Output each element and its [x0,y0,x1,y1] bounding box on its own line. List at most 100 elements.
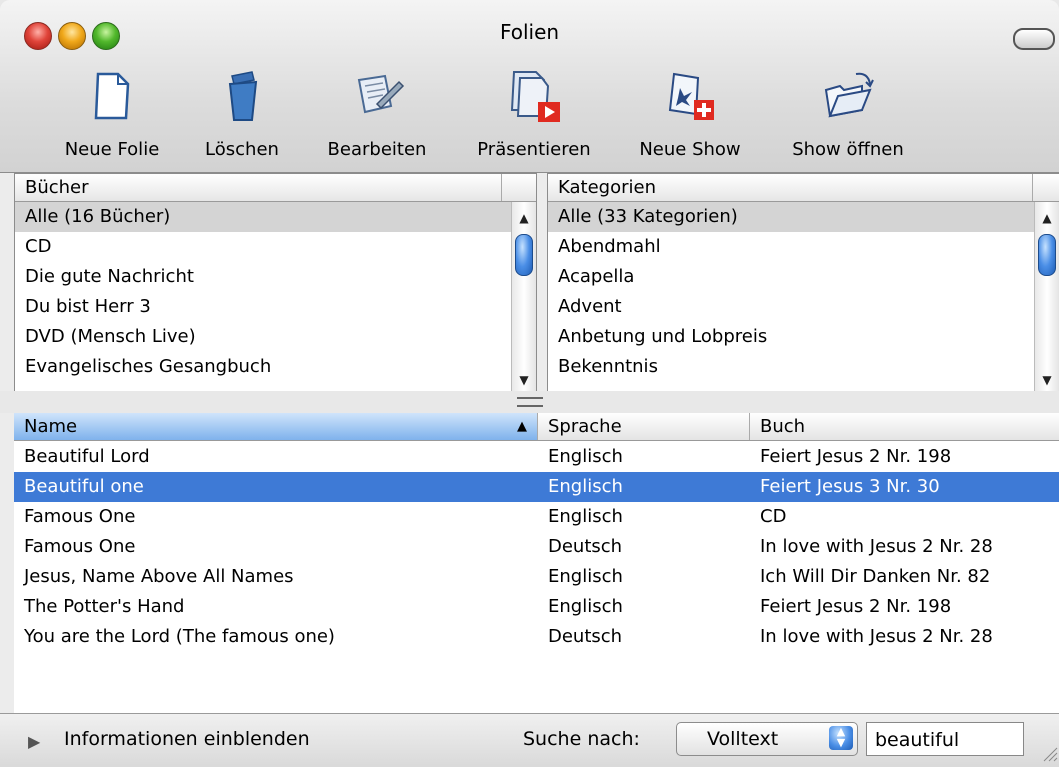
book-list-item[interactable]: CD [15,232,536,262]
column-divider [501,174,502,201]
table-row[interactable]: You are the Lord (The famous one) Deutsch… [14,622,1059,652]
book-list-item[interactable]: Alle (16 Bücher) [15,202,536,232]
search-mode-value: Volltext [707,728,779,750]
toolbar-toggle-button[interactable] [1013,28,1055,50]
table-row[interactable]: The Potter's Hand Englisch Feiert Jesus 2 … [14,592,1059,622]
edit-label: Bearbeiten [327,139,427,160]
books-header-label: Bücher [25,177,89,198]
split-view-divider[interactable] [0,391,1059,413]
title-toolbar-area: Folien Neue Folie Löschen Bearbeiten Prä… [0,0,1059,173]
category-list-item[interactable]: Acapella [548,262,1059,292]
delete-label: Löschen [205,139,279,160]
new-show-label: Neue Show [639,139,741,160]
edit-button[interactable]: Bearbeiten [312,66,442,166]
scroll-down-arrow-icon[interactable]: ▼ [512,368,536,392]
sort-ascending-icon: ▲ [517,419,527,434]
song-book-cell: In love with Jesus 2 Nr. 28 [760,536,993,557]
category-list-item[interactable]: Abendmahl [548,232,1059,262]
new-slide-label: Neue Folie [64,139,160,160]
disclosure-triangle-icon[interactable]: ▶ [28,732,40,751]
present-label: Präsentieren [477,139,591,160]
scroll-thumb[interactable] [515,234,533,276]
song-book-cell: In love with Jesus 2 Nr. 28 [760,626,993,647]
new-show-button[interactable]: Neue Show [625,66,755,166]
show-info-toggle[interactable]: Informationen einblenden [64,728,310,750]
column-header-name[interactable]: Name ▲ [14,413,538,440]
books-scrollbar[interactable]: ▲ ▼ [511,202,536,392]
column-header-language-label: Sprache [548,416,622,437]
categories-header-label: Kategorien [558,177,656,198]
search-input[interactable]: beautiful [866,722,1024,756]
new-slide-icon [94,72,130,120]
column-header-name-label: Name [24,416,78,437]
song-name-cell: You are the Lord (The famous one) [24,626,335,647]
open-show-icon [824,72,874,118]
table-row[interactable]: Jesus, Name Above All Names Englisch Ich W… [14,562,1059,592]
scroll-up-arrow-icon[interactable]: ▲ [1035,206,1059,230]
books-pane: Bücher Alle (16 Bücher) CD Die gute Nachri… [14,173,537,393]
title-bar[interactable]: Folien [0,0,1059,60]
table-row[interactable]: Beautiful Lord Englisch Feiert Jesus 2 Nr.… [14,442,1059,472]
categories-pane: Kategorien Alle (33 Kategorien) Abendmahl… [547,173,1059,393]
song-book-cell: Ich Will Dir Danken Nr. 82 [760,566,991,587]
books-list: Alle (16 Bücher) CD Die gute Nachricht Du b… [15,202,536,382]
song-name-cell: Famous One [24,506,136,527]
window: Folien Neue Folie Löschen Bearbeiten Prä… [0,0,1059,767]
splitter-grip[interactable] [517,397,543,407]
category-list-item[interactable]: Anbetung und Lobpreis [548,322,1059,352]
song-language-cell: Englisch [548,566,623,587]
book-list-item[interactable]: Du bist Herr 3 [15,292,536,322]
column-divider [1032,174,1033,201]
songs-table: Name ▲ Sprache Buch Beautiful Lord Englis… [14,413,1059,713]
present-button[interactable]: Präsentieren [464,66,604,166]
book-list-item[interactable]: Evangelisches Gesangbuch [15,352,536,382]
present-icon [510,71,560,122]
song-name-cell: The Potter's Hand [24,596,185,617]
book-list-item[interactable]: Die gute Nachricht [15,262,536,292]
song-book-cell: Feiert Jesus 2 Nr. 198 [760,446,952,467]
song-language-cell: Englisch [548,506,623,527]
search-mode-popup[interactable]: Volltext ▲ ▼ [676,722,858,756]
search-mode-label: Suche nach: [523,728,640,750]
scroll-down-arrow-icon[interactable]: ▼ [1035,368,1059,392]
table-row[interactable]: Famous One Deutsch In love with Jesus 2 Nr… [14,532,1059,562]
song-book-cell: CD [760,506,787,527]
column-header-language[interactable]: Sprache [538,413,750,440]
scroll-thumb[interactable] [1038,234,1056,276]
category-list-item[interactable]: Advent [548,292,1059,322]
new-show-icon [668,72,714,120]
bottom-bar: ▶ Informationen einblenden Suche nach: V… [0,713,1059,767]
books-header[interactable]: Bücher [15,174,536,202]
book-list-item[interactable]: DVD (Mensch Live) [15,322,536,352]
song-language-cell: Deutsch [548,626,623,647]
categories-scrollbar[interactable]: ▲ ▼ [1034,202,1059,392]
song-language-cell: Englisch [548,446,623,467]
table-row[interactable]: Famous One Englisch CD [14,502,1059,532]
delete-button[interactable]: Löschen [187,66,297,166]
open-show-label: Show öffnen [792,139,904,160]
column-header-book[interactable]: Buch [750,413,1059,440]
song-name-cell: Beautiful one [24,476,144,497]
scroll-up-arrow-icon[interactable]: ▲ [512,206,536,230]
song-name-cell: Jesus, Name Above All Names [24,566,294,587]
new-slide-button[interactable]: Neue Folie [52,66,172,166]
category-list-item[interactable]: Bekenntnis [548,352,1059,382]
trash-icon [228,71,258,121]
column-header-book-label: Buch [760,416,806,437]
song-language-cell: Deutsch [548,536,623,557]
popup-arrows-icon: ▲ ▼ [829,726,853,750]
categories-header[interactable]: Kategorien [548,174,1059,202]
songs-table-header: Name ▲ Sprache Buch [14,413,1059,441]
table-row[interactable]: Beautiful one Englisch Feiert Jesus 3 Nr. … [14,472,1059,502]
category-list-item[interactable]: Alle (33 Kategorien) [548,202,1059,232]
song-language-cell: Englisch [548,476,623,497]
song-name-cell: Famous One [24,536,136,557]
resize-grip-icon[interactable] [1040,744,1058,762]
song-book-cell: Feiert Jesus 3 Nr. 30 [760,476,940,497]
edit-icon [357,74,405,114]
open-show-button[interactable]: Show öffnen [778,66,918,166]
categories-list: Alle (33 Kategorien) Abendmahl Acapella Adv… [548,202,1059,382]
song-book-cell: Feiert Jesus 2 Nr. 198 [760,596,952,617]
window-title: Folien [499,20,560,44]
song-language-cell: Englisch [548,596,623,617]
